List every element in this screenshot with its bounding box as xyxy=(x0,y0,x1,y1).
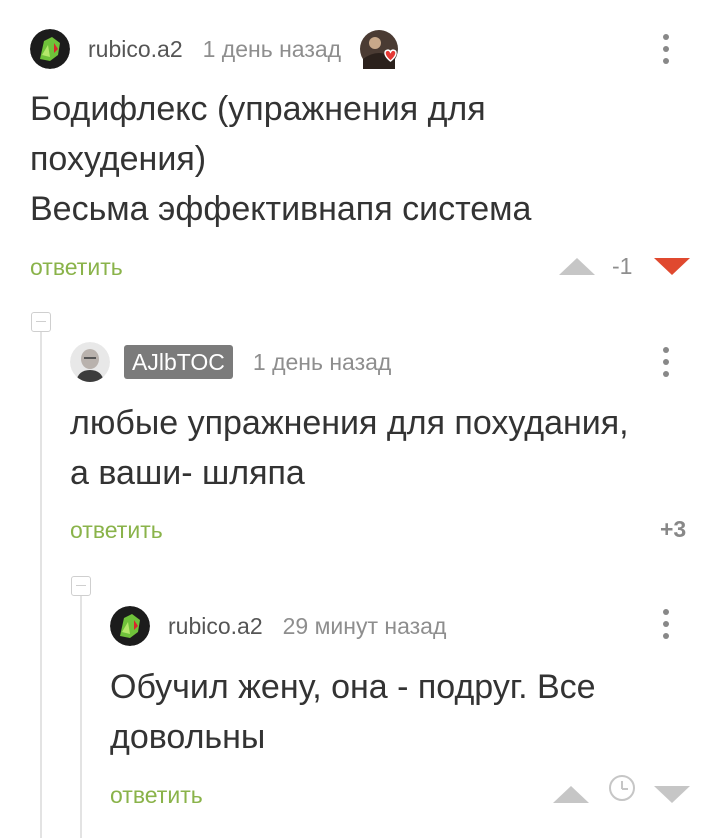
comment-line: Бодифлекс (упражнения для xyxy=(30,90,486,128)
avatar[interactable] xyxy=(70,342,110,382)
comment-body: любые упражнения для похудания, а ваши- … xyxy=(70,398,629,498)
rating-value: +3 xyxy=(660,516,687,542)
comment-time: 1 день назад xyxy=(202,35,342,62)
comment-header: AJlbTOC 1 день назад xyxy=(70,342,391,382)
comment-2: AJlbTOC 1 день назад любые упражнения дл… xyxy=(0,290,720,560)
author-name[interactable]: AJlbTOC xyxy=(124,345,233,379)
author-name[interactable]: rubico.a2 xyxy=(168,613,263,640)
comment-line: похудения) xyxy=(30,140,207,178)
comment-header: rubico.a2 29 минут назад xyxy=(110,606,446,646)
downvote-icon[interactable] xyxy=(654,258,690,275)
comment-line: довольны xyxy=(110,718,266,756)
comment-header: rubico.a2 1 день назад xyxy=(30,29,399,69)
more-options-icon[interactable] xyxy=(661,347,671,381)
comment-line: Весьма эффективнапя система xyxy=(30,190,532,228)
more-options-icon[interactable] xyxy=(661,34,671,68)
reply-link[interactable]: ответить xyxy=(110,782,203,809)
reply-link[interactable]: ответить xyxy=(70,517,163,544)
upvote-icon[interactable] xyxy=(553,786,589,803)
reply-link[interactable]: ответить xyxy=(30,254,123,281)
avatar[interactable] xyxy=(30,29,70,69)
comment-1: rubico.a2 1 день назад Бодифлекс (упражн… xyxy=(0,0,720,290)
comment-time: 29 минут назад xyxy=(282,612,447,639)
avatar[interactable] xyxy=(110,606,150,646)
rating-value: -1 xyxy=(612,253,633,279)
clock-icon xyxy=(609,775,635,801)
comment-body: Обучил жену, она - подруг. Все довольны xyxy=(110,662,596,762)
comment-line: любые упражнения для похудания, xyxy=(70,404,629,442)
author-name[interactable]: rubico.a2 xyxy=(88,36,183,63)
heart-avatar-icon[interactable] xyxy=(359,29,399,69)
comment-line: Обучил жену, она - подруг. Все xyxy=(110,668,596,706)
comment-body: Бодифлекс (упражнения для похудения) Вес… xyxy=(30,84,531,234)
comment-line: а ваши- шляпа xyxy=(70,454,305,492)
downvote-icon[interactable] xyxy=(654,786,690,803)
comment-3: rubico.a2 29 минут назад Обучил жену, он… xyxy=(0,560,720,838)
more-options-icon[interactable] xyxy=(661,609,671,643)
upvote-icon[interactable] xyxy=(559,258,595,275)
comment-time: 1 день назад xyxy=(252,348,392,375)
